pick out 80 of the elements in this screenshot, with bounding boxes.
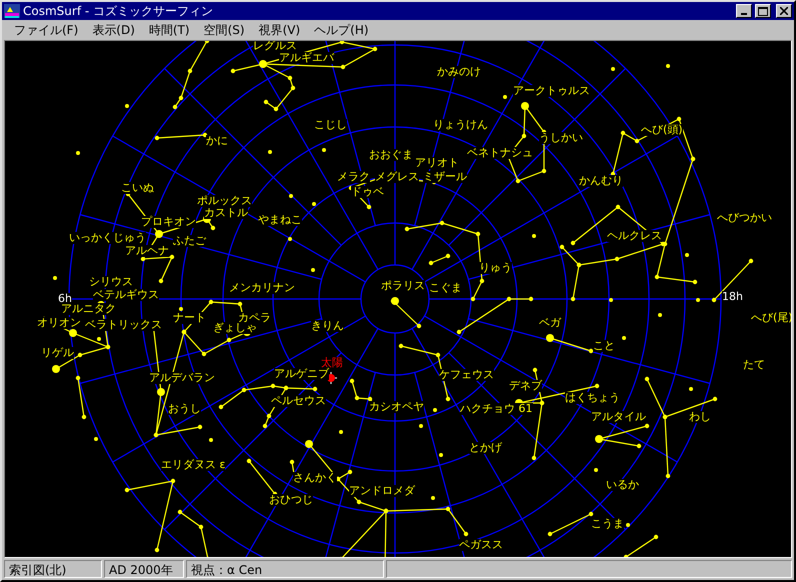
maximize-icon: [758, 6, 768, 16]
constellation-label: かんむり: [579, 175, 623, 187]
hour-label: 18h: [722, 291, 743, 303]
constellation-label: オリオン: [37, 317, 81, 329]
maximize-button[interactable]: [755, 4, 771, 18]
star-label: アルデバラン: [149, 372, 215, 384]
status-panel: 視点：α Cen: [186, 560, 384, 578]
star-label: アルヘナ: [125, 245, 169, 257]
constellation-label: とかげ: [469, 442, 502, 454]
constellation-label: こぐま: [429, 282, 462, 294]
star-label: カストル: [204, 207, 248, 219]
menu-item[interactable]: 表示(D): [86, 22, 141, 38]
star-label: ナート: [173, 312, 206, 324]
star-label: ドゥベ: [351, 186, 384, 198]
constellation-label: いっかくじゅう: [69, 232, 146, 244]
constellation-label: はくちょう: [565, 392, 620, 404]
constellation-label: へびつかい: [717, 212, 772, 224]
star-label: メンカリナン: [229, 282, 295, 294]
constellation-label: ヘルクレス: [607, 230, 662, 242]
constellation-label: ペガスス: [459, 539, 503, 551]
constellation-label: ぎょしゃ: [213, 322, 257, 334]
constellation-label: アンドロメダ: [349, 485, 415, 497]
star-label: アルニタク: [61, 303, 116, 315]
close-icon: [780, 7, 788, 15]
star-label: ベガ: [539, 317, 561, 329]
star-label: アルゲニブ: [274, 368, 329, 380]
constellation-label: ペルセウス: [271, 395, 326, 407]
menu-item[interactable]: 時間(T): [142, 22, 196, 38]
star-label: メラク: [337, 171, 370, 183]
constellation-label: うしかい: [539, 132, 583, 144]
star-label: エリダヌス ε: [161, 459, 226, 471]
app-logo-icon: [4, 4, 20, 18]
star-label: リゲル: [41, 347, 74, 359]
star-label: ベラトリックス: [85, 319, 162, 331]
star-label: ベネトナシュ: [467, 147, 533, 159]
star-label: ミザール: [423, 171, 467, 183]
star-label: アルギエバ: [279, 52, 334, 64]
star-label: ポルックス: [197, 195, 252, 207]
constellation-label: わし: [689, 411, 711, 423]
constellation-label: かみのけ: [437, 66, 481, 78]
constellation-label: さんかく: [293, 472, 337, 484]
constellation-label: こと: [593, 340, 615, 352]
star-label: ハクチョウ 61: [460, 403, 532, 415]
minimize-button[interactable]: [736, 4, 752, 18]
star-label: アークトゥルス: [513, 85, 590, 97]
constellation-label: おうし: [168, 403, 201, 415]
constellation-label: かに: [206, 135, 228, 147]
constellation-label: おおぐま: [369, 149, 413, 161]
constellation-label: ふたご: [173, 235, 206, 247]
star-label: メグレス: [375, 171, 419, 183]
status-panel: AD 2000年: [104, 560, 184, 578]
sun-label: 太陽: [321, 357, 343, 369]
constellation-label: いるか: [606, 479, 639, 491]
constellation-label: おひつじ: [269, 494, 313, 506]
constellation-label: へび(頭): [641, 124, 683, 136]
constellation-label: こうま: [591, 518, 624, 530]
constellation-label: きりん: [311, 320, 344, 332]
star-label: アリオト: [415, 157, 459, 169]
star-label: カペラ: [238, 312, 271, 324]
constellation-label: りょうけん: [433, 119, 488, 131]
star-label: ポラリス: [381, 280, 425, 292]
constellation-label: たて: [743, 359, 765, 371]
constellation-label: やまねこ: [258, 214, 302, 226]
menu-item[interactable]: 視界(V): [252, 22, 306, 38]
close-button[interactable]: [776, 4, 792, 18]
constellation-label: りゅう: [479, 262, 512, 274]
constellation-label: ケフェウス: [439, 369, 494, 381]
star-label: ベテルギウス: [93, 289, 159, 301]
window-title: CosmSurf - コズミックサーフィン: [23, 2, 214, 20]
constellation-label: こじし: [314, 119, 347, 131]
menu-item[interactable]: 空間(S): [198, 22, 251, 38]
star-label: プロキオン: [141, 216, 196, 228]
status-panel: 索引図(北): [4, 560, 102, 578]
constellation-label: カシオペヤ: [369, 401, 424, 413]
menu-item[interactable]: ヘルプ(H): [308, 22, 375, 38]
constellation-label: こいぬ: [121, 182, 154, 194]
menu-item[interactable]: ファイル(F): [8, 22, 84, 38]
star-label: デネブ: [509, 380, 542, 392]
star-label: シリウス: [89, 276, 133, 288]
star-label: アルタイル: [591, 411, 646, 423]
